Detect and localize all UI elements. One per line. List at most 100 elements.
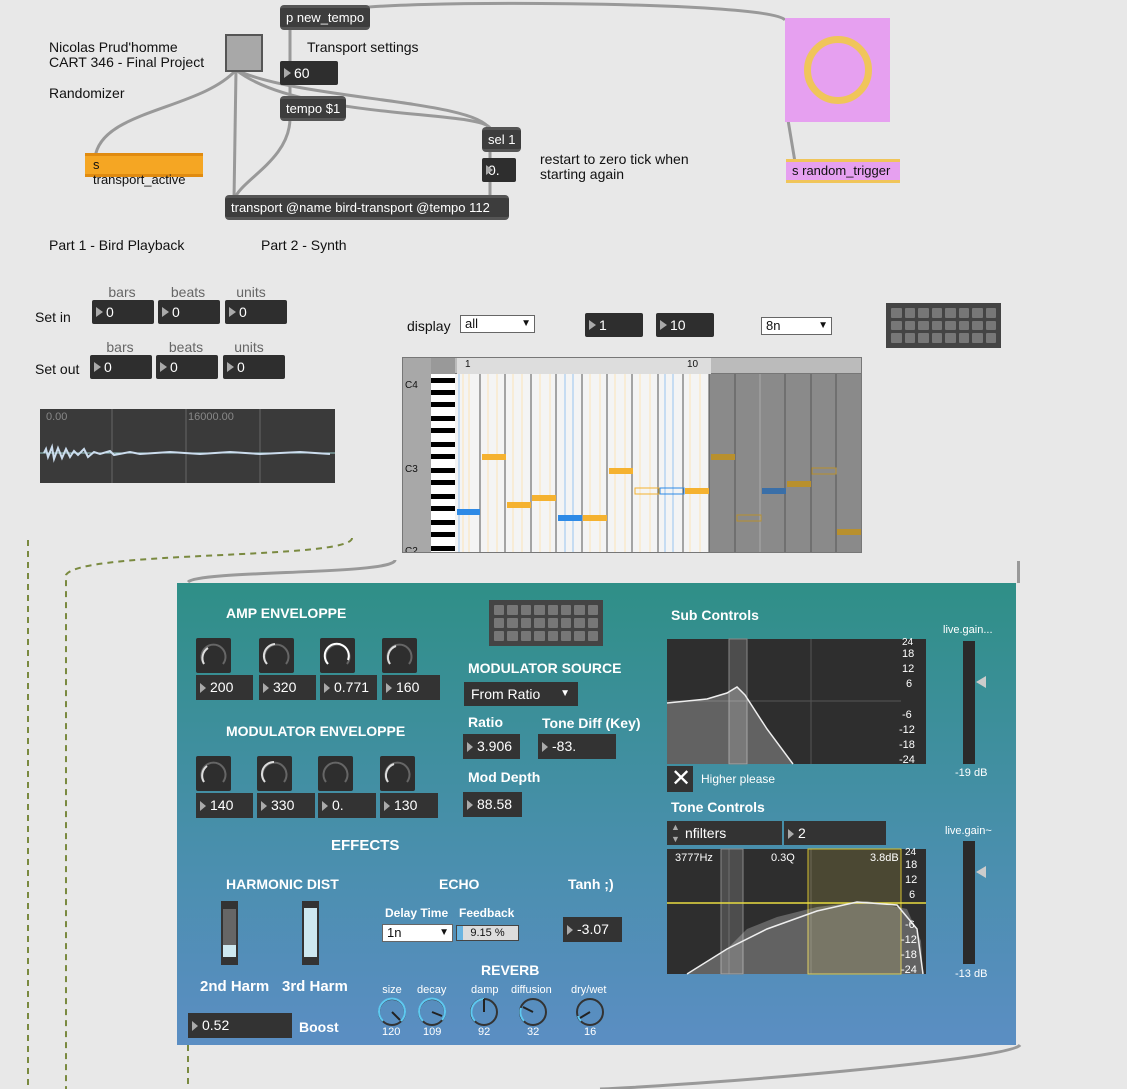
- sel-object[interactable]: sel 1: [482, 127, 522, 152]
- setin-beats[interactable]: 0: [158, 300, 220, 324]
- higher-please-toggle[interactable]: ✕: [667, 765, 693, 792]
- sub-eq-display[interactable]: 24 18 12 6 -6 -12 -18 -24: [666, 637, 926, 766]
- mod-sustain-value[interactable]: 0.: [318, 793, 376, 818]
- zero-message[interactable]: 0.: [482, 158, 516, 182]
- gain1-meter[interactable]: [963, 641, 975, 764]
- amp-decay-knob[interactable]: [259, 638, 294, 673]
- mod-attack-value[interactable]: 140: [196, 793, 253, 818]
- tone-scale-m6: -6: [905, 919, 915, 931]
- amp-decay-value[interactable]: 320: [259, 675, 316, 700]
- mod-sustain-knob[interactable]: [318, 756, 353, 791]
- reverb-decay-value: 109: [423, 1026, 442, 1038]
- quantize-dropdown[interactable]: 8n: [761, 317, 832, 335]
- tone-eq-display[interactable]: 3777Hz 0.3Q 3.8dB 24 18 12 6 -6 -12 -18 …: [667, 847, 926, 976]
- tone-scale-m18: -18: [901, 949, 917, 961]
- p-new-tempo-object[interactable]: p new_tempo: [280, 5, 371, 30]
- preset-grid-top[interactable]: [886, 303, 1001, 348]
- nfilters-menu[interactable]: ▲ ▼ nfilters: [667, 821, 782, 845]
- tanh-value[interactable]: -3.07: [563, 917, 622, 942]
- restart-comment-2: starting again: [540, 166, 625, 182]
- reverb-decay-label: decay: [417, 984, 447, 996]
- ratio-value[interactable]: 3.906: [463, 734, 520, 759]
- feedback-value: 9.15 %: [470, 927, 505, 939]
- amp-attack-knob[interactable]: [196, 638, 231, 673]
- mod-source-menu[interactable]: From Ratio ▼: [464, 682, 578, 706]
- part2-comment: Part 2 - Synth: [261, 237, 347, 253]
- reverb-title: REVERB: [481, 962, 540, 978]
- setout-units[interactable]: 0: [223, 355, 285, 379]
- effects-title: EFFECTS: [331, 837, 400, 854]
- tone-scale-12: 12: [905, 874, 918, 886]
- harm3-slider[interactable]: [302, 901, 319, 965]
- tone-q-readout: 0.3Q: [771, 852, 795, 864]
- note-grid[interactable]: [455, 374, 862, 553]
- mod-decay-value[interactable]: 330: [257, 793, 315, 818]
- boost-label: Boost: [299, 1019, 339, 1035]
- display-dropdown[interactable]: all: [460, 315, 535, 333]
- gain1-label: live.gain...: [943, 624, 993, 636]
- boost-value[interactable]: 0.52: [188, 1013, 292, 1038]
- sub-scale-m6: -6: [902, 709, 912, 721]
- tone-scale-18: 18: [905, 859, 918, 871]
- loop-ruler[interactable]: 1 10: [455, 358, 861, 374]
- setout-beats[interactable]: 0: [156, 355, 218, 379]
- mod-release-value[interactable]: 130: [380, 793, 438, 818]
- amp-attack-value[interactable]: 200: [196, 675, 253, 700]
- scroll-handle[interactable]: [1017, 561, 1020, 583]
- sub-scale-m18: -18: [899, 739, 915, 751]
- gain2-meter[interactable]: [963, 841, 975, 964]
- gain1-handle-icon[interactable]: [976, 676, 986, 688]
- piano-roll[interactable]: C4 C3 C2 1 10: [402, 357, 862, 553]
- gain2-value: -13 dB: [955, 968, 988, 980]
- tempo-message[interactable]: tempo $1: [280, 96, 347, 121]
- tone-freq-readout: 3777Hz: [675, 852, 713, 864]
- note-label-c4: C4: [405, 380, 418, 391]
- tempo-number-box[interactable]: 60: [280, 61, 338, 85]
- amp-sustain-value[interactable]: 0.771: [320, 675, 377, 700]
- synth-preset-grid[interactable]: [489, 600, 603, 646]
- randomizer-toggle[interactable]: [225, 34, 263, 72]
- amp-release-knob[interactable]: [382, 638, 417, 673]
- setin-units[interactable]: 0: [225, 300, 287, 324]
- send-transport-active[interactable]: s transport_active: [85, 153, 203, 187]
- mod-source-value: From Ratio: [471, 686, 541, 702]
- mod-decay-knob[interactable]: [257, 756, 292, 791]
- piano-keyboard[interactable]: [431, 358, 455, 553]
- transport-object[interactable]: transport @name bird-transport @tempo 11…: [225, 195, 509, 220]
- setin-bars[interactable]: 0: [92, 300, 154, 324]
- random-trigger-button[interactable]: [785, 18, 890, 122]
- harm3-label: 3rd Harm: [282, 978, 348, 995]
- reverb-diffusion-value: 32: [527, 1026, 540, 1038]
- reverb-drywet-value: 16: [584, 1026, 597, 1038]
- gain2-label: live.gain~: [945, 825, 992, 837]
- waveform-display[interactable]: 0.00 16000.00: [40, 409, 335, 483]
- amp-release-value[interactable]: 160: [382, 675, 440, 700]
- ruler-end: 10: [687, 359, 699, 370]
- harm2-slider[interactable]: [221, 901, 238, 965]
- send-random-trigger[interactable]: s random_trigger: [786, 159, 900, 183]
- tone-diff-value[interactable]: -83.: [538, 734, 616, 759]
- part1-comment: Part 1 - Bird Playback: [49, 237, 185, 253]
- transport-settings-comment: Transport settings: [307, 39, 419, 55]
- harm2-label: 2nd Harm: [200, 978, 270, 995]
- loop-start-number[interactable]: 1: [585, 313, 643, 337]
- nfilters-value[interactable]: 2: [784, 821, 886, 845]
- setout-bars[interactable]: 0: [90, 355, 152, 379]
- sub-scale-18: 18: [902, 648, 915, 660]
- harmonic-dist-title: HARMONIC DIST: [226, 876, 339, 892]
- tone-scale-m24: -24: [901, 964, 917, 976]
- amp-sustain-knob[interactable]: [320, 638, 355, 673]
- mod-attack-knob[interactable]: [196, 756, 231, 791]
- mod-depth-value[interactable]: 88.58: [463, 792, 522, 817]
- gain2-handle-icon[interactable]: [976, 866, 986, 878]
- feedback-label: Feedback: [459, 906, 515, 920]
- nfilters-label: nfilters: [685, 825, 727, 841]
- feedback-slider[interactable]: 9.15 %: [456, 925, 519, 941]
- reverb-dials[interactable]: [375, 996, 615, 1028]
- echo-title: ECHO: [439, 876, 480, 892]
- loop-end-number[interactable]: 10: [656, 313, 714, 337]
- randomizer-comment: Randomizer: [49, 85, 125, 101]
- mod-release-knob[interactable]: [380, 756, 415, 791]
- delay-time-dropdown[interactable]: 1n: [382, 924, 453, 942]
- mod-source-title: MODULATOR SOURCE: [468, 660, 622, 676]
